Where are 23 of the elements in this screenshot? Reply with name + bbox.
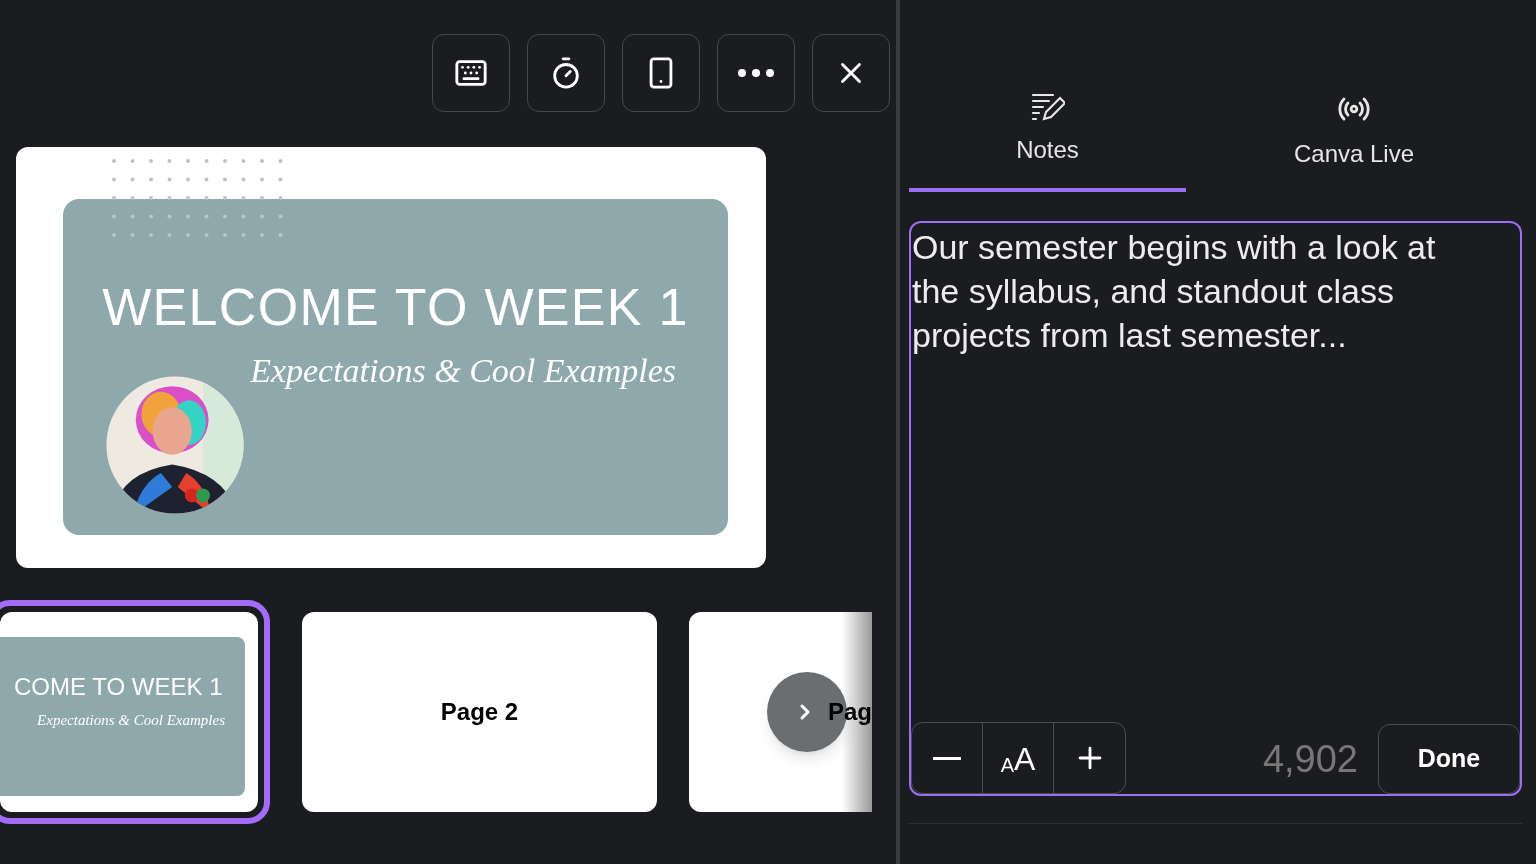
- timer-button[interactable]: [527, 34, 605, 112]
- notes-field[interactable]: Our semester begins with a look at the syllabus, and standout class projects from last semester... AA 4,902 Done: [909, 221, 1522, 796]
- slide-subtitle: Expectations & Cool Examples: [250, 351, 676, 391]
- more-icon: [738, 69, 774, 77]
- more-button[interactable]: [717, 34, 795, 112]
- panel-tab[interactable]: Canva Live: [1186, 92, 1522, 192]
- close-button[interactable]: [812, 34, 890, 112]
- thumbnail-label: Pag: [828, 697, 872, 727]
- notes-icon: [1030, 92, 1065, 122]
- remote-button[interactable]: [622, 34, 700, 112]
- keyboard-button[interactable]: [432, 34, 510, 112]
- character-count: 4,902: [1262, 737, 1358, 782]
- dot-pattern-icon: [112, 159, 283, 237]
- minus-icon: [933, 756, 961, 760]
- thumbnail-subtitle: Expectations & Cool Examples: [37, 711, 225, 730]
- done-button[interactable]: Done: [1378, 724, 1520, 794]
- page-thumbnail[interactable]: Page 2: [302, 612, 657, 812]
- page-thumbnail[interactable]: Pag: [689, 612, 872, 812]
- font-size-button[interactable]: AA: [983, 723, 1054, 793]
- thumbnail-label: Page 2: [440, 697, 519, 727]
- thumbnail-title: COME TO WEEK 1: [13, 673, 224, 701]
- slide-title: WELCOME TO WEEK 1: [101, 277, 690, 337]
- panel-tab[interactable]: Notes: [909, 92, 1186, 192]
